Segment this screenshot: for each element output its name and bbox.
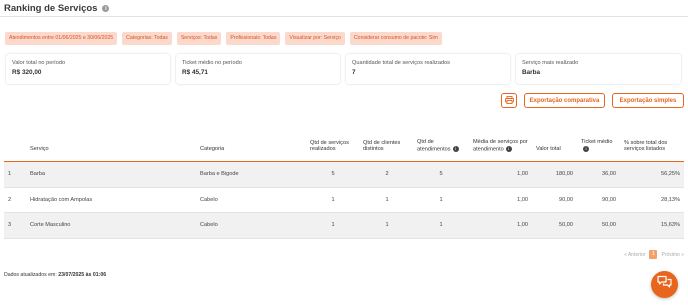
cell-qtd-clientes: 2 [385,171,389,177]
summary-card-value: R$ 320,00 [12,69,42,76]
last-updated-value: 23/07/2025 às 01:06 [58,272,107,278]
chat-button[interactable] [651,271,678,298]
table-row[interactable]: 2 Hidratação com Ampolas Cabelo 1 1 1 1,… [4,188,684,213]
last-updated-label: Dados atualizados em: [4,272,57,278]
cell-percent: 56,25% [661,171,680,177]
cell-servico: Corte Masculino [30,222,71,228]
summary-card-label: Valor total no período [12,60,66,66]
cell-qtd-servicos: 5 [331,171,335,177]
cell-qtd-servicos: 1 [331,222,335,228]
info-icon[interactable]: i [505,145,512,152]
summary-card-quantity: Quantidade total de serviços realizados … [346,54,510,84]
col-header-categoria[interactable]: Categoria [200,146,224,153]
cell-categoria: Cabelo [200,222,218,228]
export-comparative-button[interactable]: Exportação comparativa [524,93,605,108]
cell-qtd-atendimentos: 1 [439,222,443,228]
filter-chips: Atendimentos entre 01/06/2025 e 30/06/20… [5,32,442,45]
cell-qtd-clientes: 1 [385,222,389,228]
cell-qtd-atendimentos: 1 [439,196,443,203]
cell-categoria: Cabelo [200,196,218,203]
summary-card-value: R$ 45,71 [182,69,208,76]
cell-rank: 3 [8,222,12,228]
pagination-next[interactable]: Próximo » [661,252,684,258]
col-header-ticket[interactable]: Ticket médioi [581,139,613,153]
table-row[interactable]: 3 Corte Masculino Cabelo 1 1 1 1,00 50,0… [4,213,684,239]
cell-percent: 28,13% [661,196,680,203]
summary-card-label: Ticket médio no período [182,60,242,66]
summary-card-ticket: Ticket médio no período R$ 45,71 [176,54,340,84]
summary-card-top-service: Serviço mais realizado Barba [516,54,681,84]
cell-qtd-atendimentos: 5 [439,171,443,177]
cell-media: 1,00 [517,171,528,177]
cell-rank: 1 [8,171,12,177]
col-header-valor-total[interactable]: Valor total [536,146,561,153]
page-title: Ranking de Serviços [4,3,98,14]
ranking-table: Serviço Categoria Qtd de serviços realiz… [4,128,684,239]
last-updated: Dados atualizados em: 23/07/2025 às 01:0… [4,272,106,278]
col-header-qtd-atendimentos-label: Qtd de atendimentos [417,139,451,153]
page-title-row: Ranking de Serviços i [4,3,110,14]
cell-valor-total: 180,00 [555,171,573,177]
pagination-current-page[interactable]: 1 [649,250,658,259]
cell-servico: Barba [30,171,45,177]
summary-card-total: Valor total no período R$ 320,00 [6,54,170,84]
table-header: Serviço Categoria Qtd de serviços realiz… [4,128,684,162]
filter-chip-categories[interactable]: Categorias: Todas [122,32,172,45]
cell-servico: Hidratação com Ampolas [30,196,93,203]
col-header-media[interactable]: Média de serviços por atendimento i [473,139,531,153]
cell-ticket: 90,00 [602,196,616,203]
cell-media: 1,00 [517,222,528,228]
cell-rank: 2 [8,196,12,203]
filter-chip-period[interactable]: Atendimentos entre 01/06/2025 e 30/06/20… [5,32,118,45]
info-icon[interactable]: i [583,145,589,152]
printer-icon [504,95,514,106]
summary-card-label: Quantidade total de serviços realizados [352,60,450,66]
pagination-prev[interactable]: « Anterior [624,252,645,258]
info-icon[interactable]: i [102,5,110,12]
filter-chip-professionals[interactable]: Profissionais: Todas [226,32,281,45]
cell-ticket: 50,00 [602,222,616,228]
summary-card-value: Barba [522,69,541,76]
summary-card-label: Serviço mais realizado [522,60,579,66]
cell-ticket: 36,00 [602,171,616,177]
cell-valor-total: 50,00 [559,222,573,228]
export-simple-button[interactable]: Exportação simples [612,93,684,108]
col-header-servico[interactable]: Serviço [30,146,49,153]
cell-percent: 15,63% [661,222,680,228]
pagination: « Anterior 1 Próximo » [624,250,684,259]
col-header-qtd-atendimentos[interactable]: Qtd de atendimentos i [417,139,467,153]
cell-media: 1,00 [517,196,528,203]
cell-valor-total: 90,00 [559,196,573,203]
col-header-percent[interactable]: % sobre total dos serviços listados [624,140,682,153]
col-header-media-label: Média de serviços por atendimento [473,139,528,153]
print-button[interactable] [501,93,517,108]
cell-qtd-servicos: 1 [331,196,335,203]
info-icon[interactable]: i [452,145,459,152]
filter-chip-view-by[interactable]: Visualizar por: Serviço [285,32,345,45]
col-header-qtd-servicos[interactable]: Qtd de serviços realizados [310,140,362,153]
table-row[interactable]: 1 Barba Barba e Bigode 5 2 5 1,00 180,00… [4,162,684,188]
chat-icon [657,275,672,294]
filter-chip-services[interactable]: Serviços: Todas [176,32,222,45]
cell-categoria: Barba e Bigode [200,171,239,177]
col-header-qtd-clientes[interactable]: Qtd de clientes distintos [363,140,411,153]
summary-card-value: 7 [352,69,356,76]
title-divider [0,16,688,17]
filter-chip-package[interactable]: Considerar consumo de pacote: Sim [349,32,442,45]
col-header-ticket-label: Ticket médio [581,139,613,146]
cell-qtd-clientes: 1 [385,196,389,203]
